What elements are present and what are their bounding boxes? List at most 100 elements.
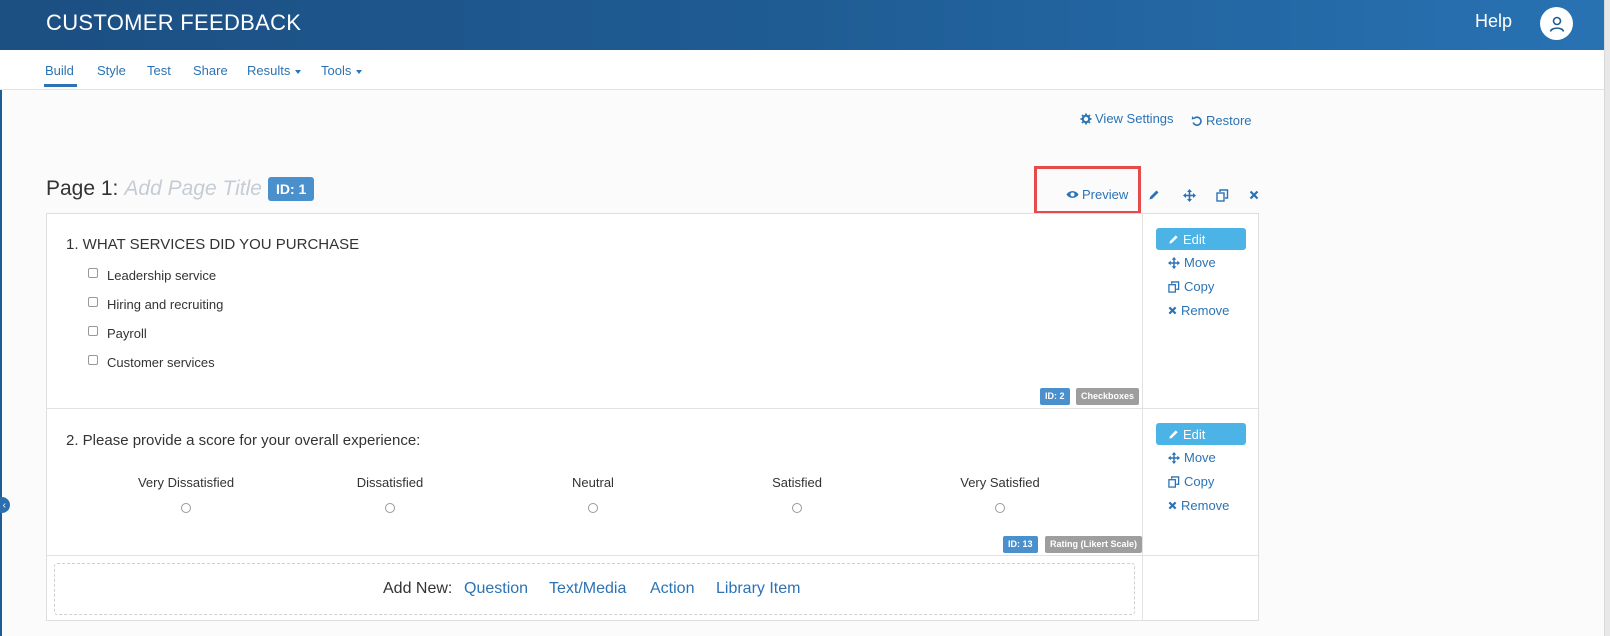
gear-icon (1080, 113, 1092, 124)
edit-label: Edit (1183, 231, 1206, 247)
likert-radio-button[interactable] (181, 503, 191, 513)
move-arrows-icon (1182, 188, 1196, 202)
add-library-item-link[interactable]: Library Item (716, 580, 800, 598)
undo-icon (1191, 115, 1202, 126)
close-icon (1168, 501, 1177, 510)
likert-scale-label: Dissatisfied (356, 475, 424, 490)
caret-down-icon (295, 69, 302, 74)
pencil-icon (1149, 190, 1159, 200)
page-edit-button[interactable] (1146, 187, 1162, 203)
question-2-id-badge: ID: 13 (1003, 536, 1038, 553)
nav-tab-results-label: Results (247, 63, 291, 78)
main-nav: Build Style Test Share Results Tools (0, 50, 1604, 90)
likert-scale-label: Very Dissatisfied (137, 475, 235, 490)
nav-tab-tools-label: Tools (321, 63, 352, 78)
question-2-move-link[interactable]: Move (1168, 450, 1216, 465)
add-text-media-link[interactable]: Text/Media (549, 580, 626, 598)
question-1-move-link[interactable]: Move (1168, 255, 1216, 270)
restore-label: Restore (1206, 113, 1252, 128)
move-arrows-icon (1168, 451, 1180, 464)
add-action-link[interactable]: Action (650, 580, 694, 598)
app-title: CUSTOMER FEEDBACK (46, 10, 302, 35)
copy-icon (1168, 475, 1180, 488)
nav-tab-test[interactable]: Test (147, 63, 171, 78)
checkbox[interactable] (88, 268, 98, 278)
left-edge-strip (0, 50, 2, 636)
preview-label: Preview (1082, 187, 1129, 202)
close-icon (1249, 190, 1259, 200)
likert-radio-button[interactable] (588, 503, 598, 513)
chevron-left-icon: ‹ (2, 499, 6, 511)
copy-icon (1215, 188, 1228, 202)
page-id-badge: ID: 1 (267, 177, 315, 201)
checkbox-label: Hiring and recruiting (107, 297, 224, 312)
likert-radio-button[interactable] (385, 503, 395, 513)
copy-icon (1168, 280, 1180, 293)
question-divider (47, 408, 1258, 409)
move-label: Move (1184, 255, 1216, 270)
checkbox-option[interactable]: Hiring and recruiting (88, 297, 223, 312)
likert-scale-label: Very Satisfied (960, 475, 1040, 490)
likert-radio-button[interactable] (995, 503, 1005, 513)
question-1-edit-button[interactable]: Edit (1156, 228, 1246, 250)
active-tab-indicator (44, 84, 77, 87)
add-new-divider (47, 555, 1258, 556)
nav-tab-share[interactable]: Share (193, 63, 228, 78)
page-copy-button[interactable] (1214, 187, 1230, 203)
likert-radio-button[interactable] (792, 503, 802, 513)
restore-link[interactable]: Restore (1191, 113, 1252, 128)
user-avatar-button[interactable] (1540, 7, 1573, 40)
checkbox-label: Payroll (107, 326, 147, 341)
page-title-placeholder[interactable]: Add Page Title (124, 177, 262, 201)
actions-column-divider (1142, 213, 1143, 621)
edit-label: Edit (1183, 426, 1206, 442)
view-settings-label: View Settings (1095, 111, 1174, 126)
likert-scale-label: Satisfied (772, 475, 822, 490)
checkbox[interactable] (88, 355, 98, 365)
remove-label: Remove (1181, 498, 1230, 513)
add-new-label: Add New: (383, 580, 453, 597)
question-1-id-badge: ID: 2 (1040, 388, 1070, 405)
preview-link[interactable]: Preview (1066, 187, 1128, 202)
move-arrows-icon (1168, 256, 1180, 269)
page-number-label: Page 1: (46, 177, 119, 200)
checkbox-option[interactable]: Payroll (88, 326, 147, 341)
page-move-button[interactable] (1181, 187, 1197, 203)
question-1-copy-link[interactable]: Copy (1168, 279, 1214, 294)
pencil-icon (1169, 429, 1178, 439)
checkbox-option[interactable]: Leadership service (88, 268, 216, 283)
nav-tab-results[interactable]: Results (247, 63, 302, 78)
copy-label: Copy (1184, 474, 1215, 489)
checkbox-label: Leadership service (107, 268, 217, 283)
question-2-copy-link[interactable]: Copy (1168, 474, 1214, 489)
nav-tab-tools[interactable]: Tools (321, 63, 363, 78)
checkbox-option[interactable]: Customer services (88, 355, 215, 370)
add-question-link[interactable]: Question (464, 580, 528, 598)
nav-tab-build[interactable]: Build (45, 63, 74, 78)
page-scrollbar[interactable] (1604, 0, 1610, 636)
question-2-type-badge: Rating (Likert Scale) (1045, 536, 1143, 553)
pencil-icon (1169, 234, 1178, 244)
question-1-title: 1. WHAT SERVICES DID YOU PURCHASE (66, 236, 360, 253)
user-icon (1549, 16, 1564, 32)
top-header-bar: CUSTOMER FEEDBACK Help (0, 0, 1604, 50)
eye-icon (1066, 191, 1079, 198)
remove-label: Remove (1181, 303, 1230, 318)
question-2-edit-button[interactable]: Edit (1156, 423, 1246, 445)
question-2-remove-link[interactable]: Remove (1168, 498, 1229, 513)
question-2-title: 2. Please provide a score for your overa… (66, 432, 421, 449)
page-heading: Page 1: Add Page Title ID: 1 (46, 177, 315, 201)
page-card (46, 213, 1259, 621)
help-link[interactable]: Help (1475, 11, 1512, 32)
sidebar-collapse-handle[interactable]: ‹ (0, 497, 10, 513)
close-icon (1168, 306, 1177, 315)
question-1-type-badge: Checkboxes (1076, 388, 1140, 405)
checkbox[interactable] (88, 297, 98, 307)
checkbox[interactable] (88, 326, 98, 336)
question-1-remove-link[interactable]: Remove (1168, 303, 1229, 318)
view-settings-link[interactable]: View Settings (1080, 111, 1174, 126)
page-remove-button[interactable] (1246, 187, 1262, 203)
likert-scale-label: Neutral (572, 475, 614, 490)
caret-down-icon (356, 69, 363, 74)
nav-tab-style[interactable]: Style (97, 63, 126, 78)
